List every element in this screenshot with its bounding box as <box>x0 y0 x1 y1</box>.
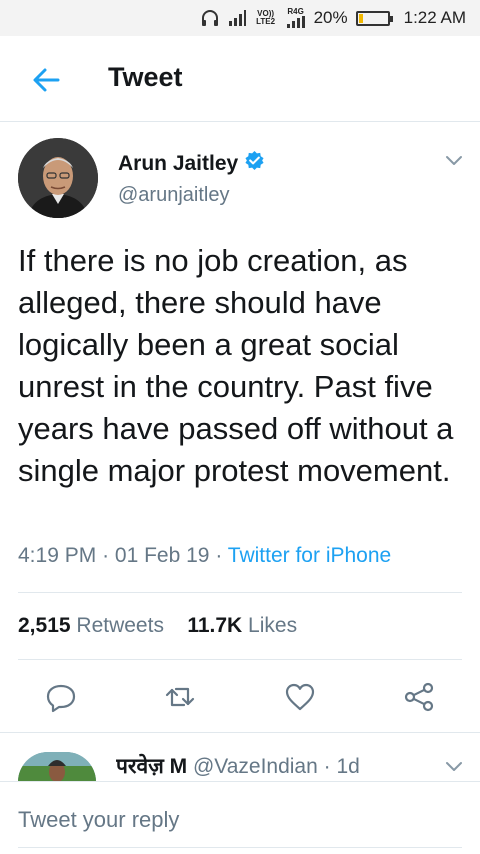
retweets-count: 2,515 <box>18 614 71 637</box>
likes-stat[interactable]: 11.7K Likes <box>187 614 297 637</box>
arrow-left-icon[interactable] <box>28 60 68 100</box>
reply-icon[interactable] <box>44 680 78 714</box>
signal-icon <box>228 10 246 26</box>
battery-fill <box>358 13 363 23</box>
divider <box>0 732 480 733</box>
retweet-icon[interactable] <box>163 680 197 714</box>
verified-badge-icon <box>244 150 265 177</box>
share-icon[interactable] <box>402 680 436 714</box>
headset-icon <box>200 9 220 27</box>
reply-avatar[interactable] <box>18 752 96 782</box>
meta-separator: · <box>215 544 223 567</box>
top-app-bar: Tweet <box>0 36 480 122</box>
reply-author-name: परवेज़ M <box>116 755 188 778</box>
author-name-text: Arun Jaitley <box>118 151 239 175</box>
tweet-time: 4:19 PM <box>18 544 97 567</box>
reply-composer <box>0 781 480 854</box>
tweet-actions <box>0 672 480 722</box>
chevron-down-icon[interactable] <box>442 150 466 170</box>
tweet-meta: 4:19 PM · 01 Feb 19 · Twitter for iPhone <box>18 544 391 568</box>
author-handle[interactable]: @arunjaitley <box>118 184 229 207</box>
signal-4g-icon: R4G <box>286 8 306 28</box>
divider <box>18 659 462 660</box>
meta-separator: · <box>102 544 110 567</box>
tweet-date: 01 Feb 19 <box>114 544 210 567</box>
network-type-label: R4G <box>287 7 304 16</box>
tweet-source-link[interactable]: Twitter for iPhone <box>228 544 391 567</box>
reply-author[interactable]: परवेज़ M @VazeIndian · 1d <box>116 752 360 780</box>
likes-count: 11.7K <box>187 614 243 637</box>
battery-icon <box>355 10 393 26</box>
status-time: 1:22 AM <box>403 8 466 27</box>
divider <box>18 592 462 593</box>
tweet-text: If there is no job creation, as alleged,… <box>18 243 454 488</box>
retweets-stat[interactable]: 2,515 Retweets <box>18 614 170 637</box>
reply-input[interactable] <box>18 800 458 840</box>
divider <box>18 847 462 848</box>
battery-percent: 20% <box>313 8 348 27</box>
reply-time: · 1d <box>323 755 360 778</box>
status-bar: VO)) LTE2 R4G 20% 1:22 AM <box>0 0 480 36</box>
like-icon[interactable] <box>283 680 317 714</box>
likes-label: Likes <box>248 614 298 637</box>
tweet-stats: 2,515 Retweets 11.7K Likes <box>18 614 297 638</box>
page-title: Tweet <box>108 62 183 92</box>
retweets-label: Retweets <box>76 614 164 637</box>
avatar[interactable] <box>18 138 98 218</box>
chevron-down-icon[interactable] <box>442 756 466 776</box>
reply-author-handle: @VazeIndian <box>192 755 318 778</box>
volte-label: VO)) LTE2 <box>256 9 276 26</box>
author-name[interactable]: Arun Jaitley <box>118 150 265 177</box>
status-bar-icons: VO)) LTE2 R4G 20% 1:22 AM <box>200 0 466 36</box>
